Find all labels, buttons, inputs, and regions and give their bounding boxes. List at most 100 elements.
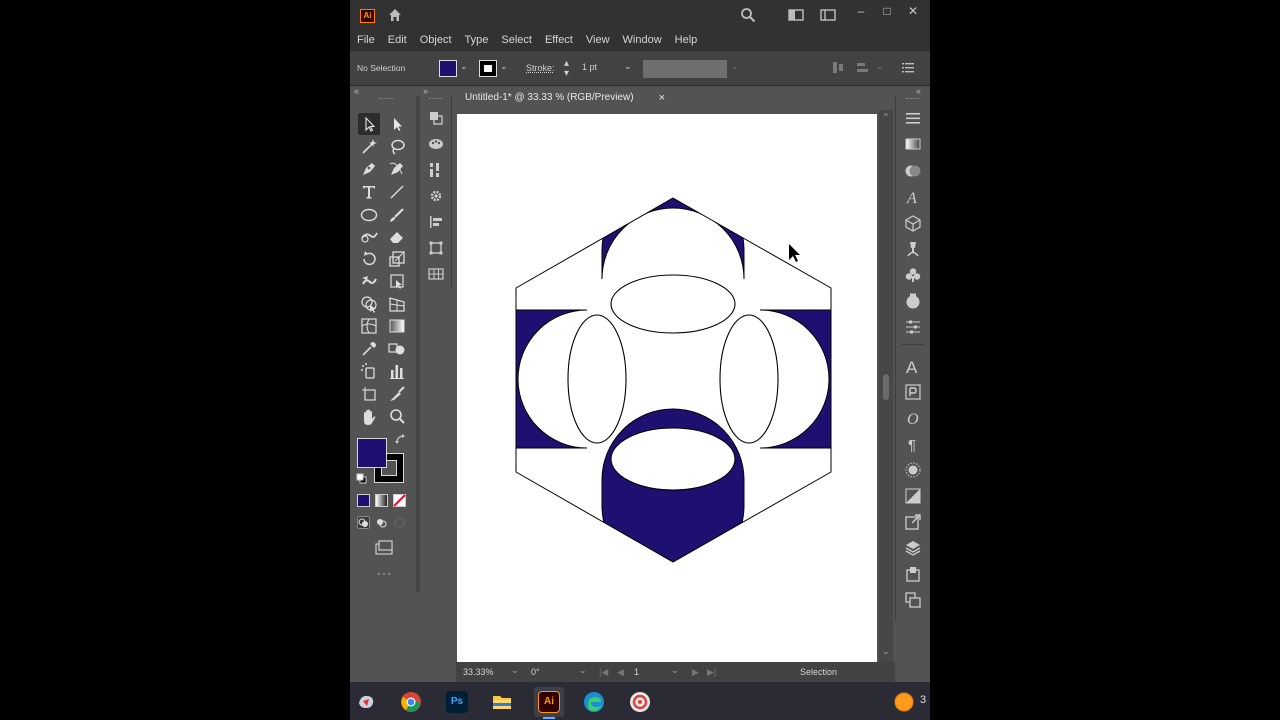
shape-builder-tool[interactable]: [358, 293, 380, 315]
artwork[interactable]: [457, 114, 877, 662]
close-document-button[interactable]: ×: [659, 86, 665, 110]
app-launcher-icon[interactable]: [355, 691, 377, 713]
align-icon[interactable]: [832, 61, 845, 74]
perspective-grid-tool[interactable]: [386, 293, 408, 315]
direct-selection-tool[interactable]: [386, 113, 408, 135]
properties-menu-icon[interactable]: [904, 109, 922, 127]
none-mode-icon[interactable]: [393, 494, 406, 507]
zoom-tool[interactable]: [386, 406, 408, 428]
previous-artboard-icon[interactable]: ◀: [617, 667, 624, 678]
workspace-switcher-icon[interactable]: [820, 7, 836, 23]
menu-window[interactable]: Window: [623, 34, 662, 46]
collapse-dock-icon[interactable]: «: [916, 86, 921, 96]
glyph-sun-icon[interactable]: [904, 461, 922, 479]
align-distribute-panel-icon[interactable]: [428, 162, 444, 178]
bottom-circle[interactable]: [610, 427, 736, 491]
mesh-tool[interactable]: [358, 315, 380, 337]
last-artboard-icon[interactable]: ▶|: [707, 667, 716, 678]
top-navy-shape[interactable]: [601, 179, 745, 280]
fill-dropdown-chevron-icon[interactable]: ⌄: [460, 61, 468, 72]
export-icon[interactable]: [904, 513, 922, 531]
stroke-weight-stepper-icon[interactable]: ▴ ▾: [564, 59, 569, 79]
transparency-panel-icon[interactable]: [904, 162, 922, 180]
menu-edit[interactable]: Edit: [388, 34, 407, 46]
expand-panels-icon[interactable]: »: [423, 86, 428, 96]
scroll-thumb[interactable]: [883, 374, 889, 400]
artboard[interactable]: [457, 114, 877, 662]
search-icon[interactable]: [740, 7, 756, 23]
next-artboard-icon[interactable]: ▶: [692, 667, 699, 678]
scale-tool[interactable]: [386, 248, 408, 270]
toolbar-grip[interactable]: [379, 98, 393, 100]
menu-select[interactable]: Select: [501, 34, 532, 46]
ellipse-tool[interactable]: [358, 204, 380, 226]
screen-mode-icon[interactable]: [373, 540, 395, 556]
close-window-button[interactable]: ✕: [902, 2, 924, 20]
zoom-chevron-icon[interactable]: ⌄: [511, 665, 519, 676]
color-mode-button[interactable]: [357, 494, 370, 507]
line-segment-tool[interactable]: [386, 181, 408, 203]
scroll-down-icon[interactable]: ⌄: [882, 646, 890, 657]
scroll-up-icon[interactable]: ⌃: [882, 112, 890, 123]
illustrator-taskbar-button[interactable]: Ai: [538, 691, 560, 713]
vertical-scrollbar[interactable]: ⌃ ⌄: [879, 110, 893, 662]
symbol-sprayer-tool[interactable]: [358, 360, 380, 382]
menu-view[interactable]: View: [586, 34, 610, 46]
home-icon[interactable]: [387, 7, 403, 23]
profile-chevron-icon[interactable]: ⌄: [731, 61, 739, 72]
lasso-tool[interactable]: [386, 136, 408, 158]
panel-strip-grip[interactable]: [429, 98, 443, 99]
fill-color-swatch[interactable]: [439, 60, 457, 77]
transform-icon[interactable]: [856, 61, 869, 74]
menu-file[interactable]: File: [357, 34, 375, 46]
fill-color-box[interactable]: [357, 438, 387, 468]
file-explorer-icon[interactable]: [491, 691, 513, 713]
align-panel-icon[interactable]: [428, 214, 444, 230]
appearance-sliders-icon[interactable]: [904, 318, 922, 336]
paragraph-pilcrow-icon[interactable]: ¶: [904, 435, 922, 453]
draw-inside-icon[interactable]: [393, 516, 406, 529]
free-transform-tool[interactable]: [386, 270, 408, 292]
transform-panel-icon[interactable]: [428, 240, 444, 256]
symbols-club-icon[interactable]: [904, 266, 922, 284]
document-tab[interactable]: Untitled-1* @ 33.33 % (RGB/Preview) ×: [456, 86, 674, 110]
chrome-icon[interactable]: [400, 691, 422, 713]
screen-recorder-icon[interactable]: [629, 691, 651, 713]
asset-export-icon[interactable]: [904, 565, 922, 583]
variable-width-profile-dropdown[interactable]: [643, 60, 727, 78]
menu-effect[interactable]: Effect: [545, 34, 573, 46]
stroke-weight-value[interactable]: 1 pt: [582, 62, 597, 72]
menu-object[interactable]: Object: [420, 34, 452, 46]
draw-behind-icon[interactable]: [375, 516, 388, 529]
artboard-tool[interactable]: [358, 383, 380, 405]
tray-orange-icon[interactable]: [893, 691, 915, 713]
rotation-value[interactable]: 0°: [531, 667, 540, 677]
gradient-tool[interactable]: [386, 315, 408, 337]
type-tool[interactable]: [358, 181, 380, 203]
edit-toolbar-icon[interactable]: ···: [377, 566, 392, 580]
rotate-tool[interactable]: [358, 248, 380, 270]
arrange-documents-icon[interactable]: [788, 7, 804, 23]
character-panel-icon[interactable]: A: [904, 357, 922, 375]
slice-tool[interactable]: [386, 383, 408, 405]
color-guide-panel-icon[interactable]: [428, 136, 444, 152]
minimize-button[interactable]: –: [850, 2, 872, 20]
artboard-number[interactable]: 1: [634, 667, 639, 677]
opentype-icon[interactable]: O: [904, 409, 922, 427]
edge-icon[interactable]: [583, 691, 605, 713]
stroke-label[interactable]: Stroke:: [526, 63, 555, 73]
paragraph-styles-icon[interactable]: [904, 383, 922, 401]
transform-chevron-icon[interactable]: ⌄: [876, 61, 884, 72]
menu-help[interactable]: Help: [675, 34, 698, 46]
shaper-tool[interactable]: [358, 226, 380, 248]
menu-type[interactable]: Type: [465, 34, 489, 46]
eraser-tool[interactable]: [386, 226, 408, 248]
panel-menu-icon[interactable]: [902, 62, 914, 73]
graphic-styles-icon[interactable]: [904, 292, 922, 310]
stroke-dropdown-chevron-icon[interactable]: ⌄: [500, 61, 508, 72]
collapse-toolbar-icon[interactable]: «: [354, 86, 359, 96]
artboard-chevron-icon[interactable]: ⌄: [671, 665, 679, 676]
pen-tool[interactable]: [358, 158, 380, 180]
selection-tool[interactable]: [358, 113, 380, 135]
layers-icon[interactable]: [904, 539, 922, 557]
